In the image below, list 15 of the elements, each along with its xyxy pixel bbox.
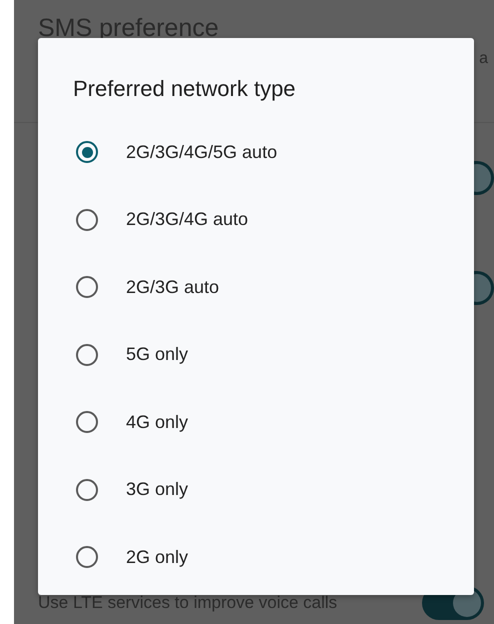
- dialog-title: Preferred network type: [72, 76, 297, 102]
- radio-option[interactable]: 2G/3G/4G auto: [38, 186, 474, 254]
- radio-button[interactable]: [76, 276, 98, 298]
- radio-option[interactable]: 2G/3G/4G/5G auto: [38, 118, 474, 186]
- radio-button[interactable]: [76, 344, 98, 366]
- radio-button[interactable]: [76, 208, 98, 231]
- radio-option[interactable]: 3G only: [38, 456, 474, 524]
- radio-option[interactable]: 5G only: [38, 320, 474, 388]
- radio-button[interactable]: [76, 141, 98, 164]
- radio-option[interactable]: 4G only: [38, 388, 474, 456]
- radio-option[interactable]: 2G/3G auto: [38, 253, 474, 321]
- radio-button[interactable]: [76, 411, 98, 434]
- radio-button[interactable]: [76, 546, 98, 568]
- radio-button[interactable]: [76, 478, 98, 501]
- radio-option[interactable]: 2G only: [38, 523, 474, 591]
